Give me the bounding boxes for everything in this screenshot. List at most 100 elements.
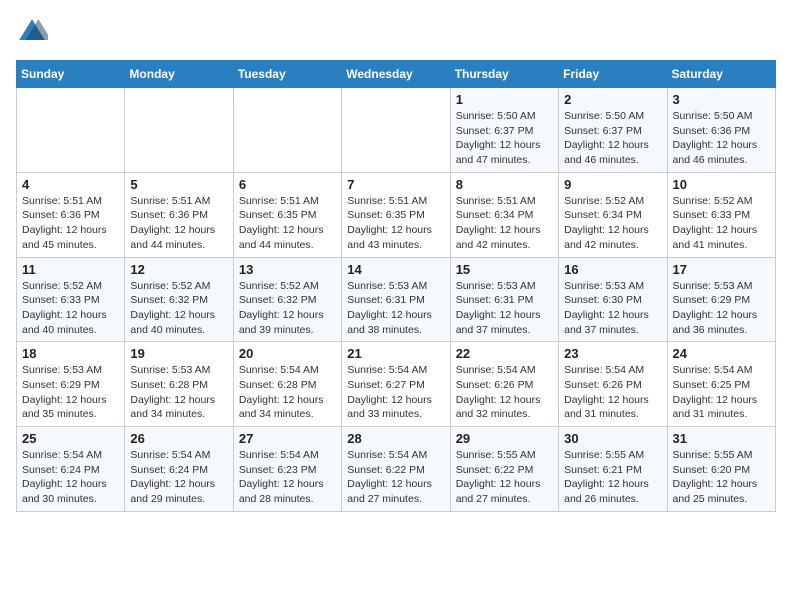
weekday-header: Saturday bbox=[667, 61, 775, 88]
day-number: 24 bbox=[673, 346, 770, 361]
day-info: Sunrise: 5:53 AM Sunset: 6:29 PM Dayligh… bbox=[22, 363, 119, 422]
day-info: Sunrise: 5:54 AM Sunset: 6:23 PM Dayligh… bbox=[239, 448, 336, 507]
day-info: Sunrise: 5:54 AM Sunset: 6:27 PM Dayligh… bbox=[347, 363, 444, 422]
day-info: Sunrise: 5:53 AM Sunset: 6:31 PM Dayligh… bbox=[456, 279, 553, 338]
day-number: 17 bbox=[673, 262, 770, 277]
day-number: 16 bbox=[564, 262, 661, 277]
day-info: Sunrise: 5:50 AM Sunset: 6:36 PM Dayligh… bbox=[673, 109, 770, 168]
calendar-cell: 12 Sunrise: 5:52 AM Sunset: 6:32 PM Dayli… bbox=[125, 257, 233, 342]
calendar-week: 1 Sunrise: 5:50 AM Sunset: 6:37 PM Daylig… bbox=[17, 88, 776, 173]
calendar-header: SundayMondayTuesdayWednesdayThursdayFrid… bbox=[17, 61, 776, 88]
calendar-cell: 29Sunrise: 5:55 AM Sunset: 6:22 PM Dayli… bbox=[450, 427, 558, 512]
day-info: Sunrise: 5:53 AM Sunset: 6:30 PM Dayligh… bbox=[564, 279, 661, 338]
day-number: 18 bbox=[22, 346, 119, 361]
day-number: 19 bbox=[130, 346, 227, 361]
weekday-header: Wednesday bbox=[342, 61, 450, 88]
day-info: Sunrise: 5:50 AM Sunset: 6:37 PM Dayligh… bbox=[564, 109, 661, 168]
day-number: 31 bbox=[673, 431, 770, 446]
calendar-cell: 23 Sunrise: 5:54 AM Sunset: 6:26 PM Dayli… bbox=[559, 342, 667, 427]
calendar-cell: 2 Sunrise: 5:50 AM Sunset: 6:37 PM Daylig… bbox=[559, 88, 667, 173]
logo-icon bbox=[16, 16, 48, 48]
day-number: 12 bbox=[130, 262, 227, 277]
calendar-cell: 1 Sunrise: 5:50 AM Sunset: 6:37 PM Daylig… bbox=[450, 88, 558, 173]
day-number: 9 bbox=[564, 177, 661, 192]
calendar-cell: 28 Sunrise: 5:54 AM Sunset: 6:22 PM Dayli… bbox=[342, 427, 450, 512]
day-number: 2 bbox=[564, 92, 661, 107]
weekday-header: Friday bbox=[559, 61, 667, 88]
day-info: Sunrise: 5:50 AM Sunset: 6:37 PM Dayligh… bbox=[456, 109, 553, 168]
day-info: Sunrise: 5:54 AM Sunset: 6:24 PM Dayligh… bbox=[130, 448, 227, 507]
day-number: 11 bbox=[22, 262, 119, 277]
calendar-cell bbox=[342, 88, 450, 173]
day-number: 30 bbox=[564, 431, 661, 446]
day-info: Sunrise: 5:55 AM Sunset: 6:20 PM Dayligh… bbox=[673, 448, 770, 507]
calendar-cell: 7Sunrise: 5:51 AM Sunset: 6:35 PM Daylig… bbox=[342, 172, 450, 257]
day-number: 1 bbox=[456, 92, 553, 107]
day-info: Sunrise: 5:52 AM Sunset: 6:33 PM Dayligh… bbox=[22, 279, 119, 338]
calendar-cell: 4Sunrise: 5:51 AM Sunset: 6:36 PM Daylig… bbox=[17, 172, 125, 257]
calendar-cell: 25Sunrise: 5:54 AM Sunset: 6:24 PM Dayli… bbox=[17, 427, 125, 512]
day-info: Sunrise: 5:53 AM Sunset: 6:31 PM Dayligh… bbox=[347, 279, 444, 338]
day-info: Sunrise: 5:54 AM Sunset: 6:22 PM Dayligh… bbox=[347, 448, 444, 507]
calendar-cell: 15 Sunrise: 5:53 AM Sunset: 6:31 PM Dayli… bbox=[450, 257, 558, 342]
day-info: Sunrise: 5:52 AM Sunset: 6:32 PM Dayligh… bbox=[130, 279, 227, 338]
day-number: 15 bbox=[456, 262, 553, 277]
calendar-cell: 6Sunrise: 5:51 AM Sunset: 6:35 PM Daylig… bbox=[233, 172, 341, 257]
calendar-cell: 10Sunrise: 5:52 AM Sunset: 6:33 PM Dayli… bbox=[667, 172, 775, 257]
weekday-header: Monday bbox=[125, 61, 233, 88]
day-info: Sunrise: 5:54 AM Sunset: 6:26 PM Dayligh… bbox=[456, 363, 553, 422]
calendar-cell: 21Sunrise: 5:54 AM Sunset: 6:27 PM Dayli… bbox=[342, 342, 450, 427]
calendar-cell: 3 Sunrise: 5:50 AM Sunset: 6:36 PM Daylig… bbox=[667, 88, 775, 173]
calendar-cell: 11 Sunrise: 5:52 AM Sunset: 6:33 PM Dayli… bbox=[17, 257, 125, 342]
calendar-week: 25 Sunrise: 5:54 AM Sunset: 6:24 PM Dayli… bbox=[17, 427, 776, 512]
day-number: 13 bbox=[239, 262, 336, 277]
day-info: Sunrise: 5:52 AM Sunset: 6:32 PM Dayligh… bbox=[239, 279, 336, 338]
calendar-cell: 20 Sunrise: 5:54 AM Sunset: 6:28 PM Dayli… bbox=[233, 342, 341, 427]
calendar: SundayMondayTuesdayWednesdayThursdayFrid… bbox=[16, 60, 776, 512]
day-info: Sunrise: 5:54 AM Sunset: 6:28 PM Dayligh… bbox=[239, 363, 336, 422]
weekday-header: Thursday bbox=[450, 61, 558, 88]
page-header bbox=[16, 16, 776, 48]
calendar-cell: 30 Sunrise: 5:55 AM Sunset: 6:21 PM Dayli… bbox=[559, 427, 667, 512]
day-info: Sunrise: 5:51 AM Sunset: 6:35 PM Dayligh… bbox=[239, 194, 336, 253]
calendar-cell: 5 Sunrise: 5:51 AM Sunset: 6:36 PM Daylig… bbox=[125, 172, 233, 257]
day-number: 10 bbox=[673, 177, 770, 192]
calendar-week: 18 Sunrise: 5:53 AM Sunset: 6:29 PM Dayli… bbox=[17, 342, 776, 427]
day-number: 25 bbox=[22, 431, 119, 446]
day-number: 27 bbox=[239, 431, 336, 446]
calendar-week: 4 Sunrise: 5:51 AM Sunset: 6:36 PM Daylig… bbox=[17, 172, 776, 257]
calendar-cell: 26 Sunrise: 5:54 AM Sunset: 6:24 PM Dayli… bbox=[125, 427, 233, 512]
calendar-cell: 8 Sunrise: 5:51 AM Sunset: 6:34 PM Daylig… bbox=[450, 172, 558, 257]
day-number: 26 bbox=[130, 431, 227, 446]
weekday-header: Tuesday bbox=[233, 61, 341, 88]
day-info: Sunrise: 5:53 AM Sunset: 6:29 PM Dayligh… bbox=[673, 279, 770, 338]
day-number: 23 bbox=[564, 346, 661, 361]
day-info: Sunrise: 5:52 AM Sunset: 6:34 PM Dayligh… bbox=[564, 194, 661, 253]
day-number: 5 bbox=[130, 177, 227, 192]
day-number: 4 bbox=[22, 177, 119, 192]
day-number: 3 bbox=[673, 92, 770, 107]
day-number: 28 bbox=[347, 431, 444, 446]
calendar-cell: 17 Sunrise: 5:53 AM Sunset: 6:29 PM Dayli… bbox=[667, 257, 775, 342]
calendar-cell: 14 Sunrise: 5:53 AM Sunset: 6:31 PM Dayli… bbox=[342, 257, 450, 342]
calendar-cell: 27 Sunrise: 5:54 AM Sunset: 6:23 PM Dayli… bbox=[233, 427, 341, 512]
logo bbox=[16, 16, 52, 48]
day-info: Sunrise: 5:51 AM Sunset: 6:34 PM Dayligh… bbox=[456, 194, 553, 253]
day-info: Sunrise: 5:53 AM Sunset: 6:28 PM Dayligh… bbox=[130, 363, 227, 422]
calendar-cell: 13 Sunrise: 5:52 AM Sunset: 6:32 PM Dayli… bbox=[233, 257, 341, 342]
day-info: Sunrise: 5:51 AM Sunset: 6:35 PM Dayligh… bbox=[347, 194, 444, 253]
calendar-cell: 22Sunrise: 5:54 AM Sunset: 6:26 PM Dayli… bbox=[450, 342, 558, 427]
day-info: Sunrise: 5:54 AM Sunset: 6:26 PM Dayligh… bbox=[564, 363, 661, 422]
day-number: 29 bbox=[456, 431, 553, 446]
day-info: Sunrise: 5:54 AM Sunset: 6:25 PM Dayligh… bbox=[673, 363, 770, 422]
weekday-header: Sunday bbox=[17, 61, 125, 88]
day-number: 14 bbox=[347, 262, 444, 277]
day-number: 20 bbox=[239, 346, 336, 361]
calendar-cell bbox=[233, 88, 341, 173]
calendar-cell: 19 Sunrise: 5:53 AM Sunset: 6:28 PM Dayli… bbox=[125, 342, 233, 427]
day-info: Sunrise: 5:51 AM Sunset: 6:36 PM Dayligh… bbox=[130, 194, 227, 253]
day-number: 8 bbox=[456, 177, 553, 192]
calendar-cell bbox=[17, 88, 125, 173]
calendar-cell: 31 Sunrise: 5:55 AM Sunset: 6:20 PM Dayli… bbox=[667, 427, 775, 512]
day-info: Sunrise: 5:55 AM Sunset: 6:21 PM Dayligh… bbox=[564, 448, 661, 507]
